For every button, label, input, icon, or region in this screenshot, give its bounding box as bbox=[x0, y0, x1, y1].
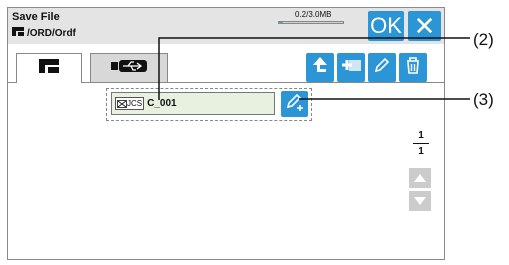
callout-lines bbox=[158, 37, 470, 100]
callout-3: (3) bbox=[473, 90, 494, 109]
callout-2: (2) bbox=[473, 30, 494, 49]
